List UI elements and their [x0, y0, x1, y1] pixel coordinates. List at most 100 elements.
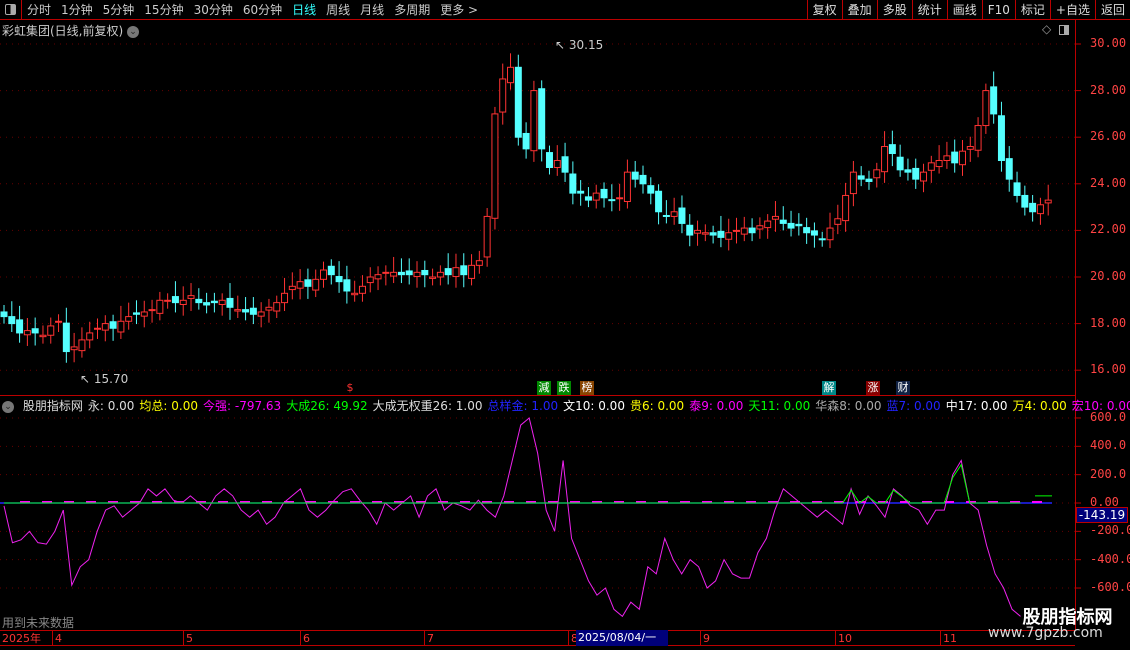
candle-body — [616, 197, 624, 200]
candle-body — [507, 66, 515, 84]
candle-body — [413, 271, 421, 278]
candle-body — [319, 269, 327, 280]
candle-body — [483, 215, 491, 258]
candle-body — [826, 227, 834, 241]
candle-body — [16, 319, 24, 334]
candle-body — [335, 276, 343, 283]
candle-body — [499, 78, 507, 113]
signal-tag: 榜 — [580, 381, 594, 395]
candle-body — [623, 171, 631, 203]
candle-body — [452, 267, 460, 278]
candle-body — [522, 132, 530, 150]
indicator-value: 均总: 0.00 — [139, 399, 198, 413]
indicator-value: 贵6: 0.00 — [629, 399, 685, 413]
indicator-value: 今强: -797.63 — [203, 399, 282, 413]
candle-body — [686, 224, 694, 236]
indicator-value: 大成26: 49.92 — [286, 399, 368, 413]
indicator-value: 万4: 0.00 — [1012, 399, 1067, 413]
price-tick: 30.00 — [1090, 36, 1127, 50]
candle-body — [1021, 194, 1029, 208]
month-label: 7 — [424, 631, 434, 646]
price-tick: 16.00 — [1090, 362, 1127, 377]
indicator-line — [3, 417, 1021, 618]
price-tick: 26.00 — [1090, 129, 1127, 144]
candle-body — [514, 66, 522, 138]
candle-body — [343, 279, 351, 292]
candle-body — [94, 327, 102, 330]
candle-body — [109, 321, 117, 329]
candle-body — [78, 339, 86, 352]
chart-canvas[interactable]: ↖ 30.15 ↖ 15.70 — [0, 0, 1130, 650]
candle-body — [171, 296, 179, 304]
candle-body — [538, 88, 546, 150]
candle-body — [966, 146, 974, 150]
current-date-label: 2025/08/04/一 — [576, 630, 668, 646]
chevron-down-icon[interactable]: ⌄ — [2, 400, 14, 413]
candle-body — [787, 222, 795, 229]
candle-body — [990, 86, 998, 115]
candle-body — [717, 230, 725, 238]
high-label: ↖ 30.15 — [555, 38, 603, 52]
candle-body — [678, 207, 686, 224]
candle-body — [491, 113, 499, 219]
price-tick: 22.00 — [1090, 222, 1127, 237]
candle-body — [927, 162, 935, 171]
candle-body — [1036, 204, 1044, 215]
indicator-tick: -400.0 — [1090, 551, 1130, 566]
indicator-value: 文10: 0.00 — [563, 399, 625, 413]
candle-body — [234, 309, 242, 312]
candle-body — [187, 295, 195, 299]
candle-body — [740, 227, 748, 235]
candle-body — [327, 265, 335, 276]
green-indicator-line — [4, 463, 1021, 504]
candle-body — [810, 230, 818, 236]
signal-tag: $ — [346, 381, 354, 394]
month-label: 9 — [700, 631, 710, 646]
indicator-tick: -600.0 — [1090, 580, 1130, 595]
candle-body — [195, 298, 203, 304]
month-label: 11 — [940, 631, 957, 646]
signal-tag: 解 — [822, 381, 836, 395]
candle-body — [257, 311, 265, 317]
candle-body — [444, 268, 452, 276]
future-data-note: 用到未来数据 — [2, 616, 75, 630]
candle-body — [608, 199, 616, 202]
candle-body — [156, 299, 164, 314]
candle-body — [1013, 182, 1021, 196]
candle-body — [756, 225, 764, 230]
price-tick: 24.00 — [1090, 175, 1127, 190]
candle-body — [974, 125, 982, 151]
candle-body — [655, 190, 663, 213]
indicator-value: 大成无权重26: 1.00 — [372, 399, 483, 413]
indicator-value: 总样金: 1.00 — [487, 399, 559, 413]
candle-body — [1005, 158, 1013, 180]
candle-body — [31, 328, 39, 334]
candle-body — [709, 232, 717, 236]
candle-body — [296, 281, 304, 289]
candle-body — [304, 279, 312, 287]
candle-body — [132, 312, 140, 315]
time-axis[interactable]: 2025年 4 5 6 7 8 9 10 11 — [0, 630, 1075, 646]
candle-body — [0, 311, 8, 318]
candle-body — [592, 192, 600, 201]
candle-body — [873, 169, 881, 179]
candle-body — [421, 269, 429, 276]
candle-body — [958, 150, 966, 166]
price-tick: 28.00 — [1090, 82, 1127, 97]
indicator-value: 蓝7: 0.00 — [886, 399, 941, 413]
candle-body — [47, 325, 55, 336]
low-label: ↖ 15.70 — [80, 372, 128, 386]
candle-body — [101, 323, 109, 331]
candle-body — [803, 227, 811, 234]
candle-body — [390, 271, 398, 277]
price-tick: 18.00 — [1090, 315, 1127, 330]
candle-body — [312, 278, 320, 291]
month-label: 4 — [52, 631, 62, 646]
candle-body — [584, 196, 592, 201]
indicator-name[interactable]: 股朋指标网 — [23, 399, 83, 413]
indicator-tick: 200.0 — [1090, 466, 1127, 481]
candle-body — [148, 309, 156, 312]
candle-body — [265, 306, 273, 311]
candle-body — [226, 297, 234, 308]
indicator-value: 天11: 0.00 — [748, 399, 811, 413]
